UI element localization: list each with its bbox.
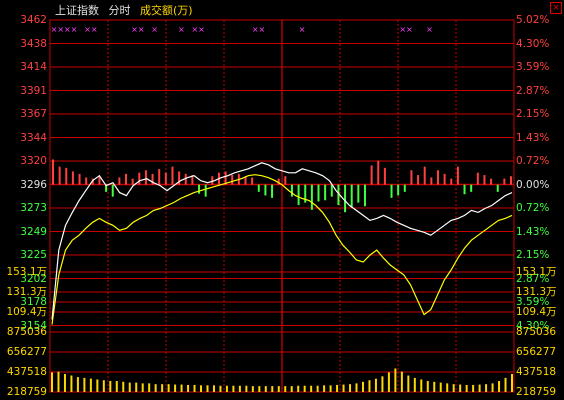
volume-axis-label: 218759 [6, 386, 47, 398]
volume-axis-label: 437518 [6, 366, 47, 378]
percent-axis-label: 5.02% [516, 14, 550, 26]
price-axis-label: 3320 [20, 155, 47, 167]
price-axis-label: 3414 [20, 61, 47, 73]
percent-axis-label: 2.87% [516, 84, 550, 97]
event-marker: × [252, 25, 259, 34]
event-marker: × [131, 25, 138, 34]
event-marker: × [64, 25, 71, 34]
price-axis-label: 3273 [20, 202, 47, 214]
event-marker: × [178, 25, 185, 34]
event-marker: × [151, 25, 158, 34]
percent-axis-label: 0.72% [516, 202, 550, 214]
percent-axis-label: 0.72% [516, 155, 550, 167]
intraday-chart[interactable]: × × × × × × × × × × × × × × × × × × [0, 0, 564, 400]
event-marker: × [91, 25, 98, 34]
event-marker: × [57, 25, 64, 34]
percent-axis-label: 1.43% [516, 131, 550, 144]
price-axis-label: 3344 [20, 131, 47, 144]
volume-axis-label: 875036 [516, 326, 557, 338]
event-marker: × [299, 25, 306, 34]
event-marker: × [426, 25, 433, 34]
price-axis-label: 3438 [20, 37, 47, 50]
volume-axis-label: 875036 [6, 326, 47, 338]
price-axis-label: 3367 [20, 108, 47, 120]
event-marker: × [198, 25, 205, 34]
percent-axis-label: 4.30% [516, 37, 550, 50]
event-marker: × [84, 25, 91, 34]
event-marker: × [406, 25, 413, 34]
event-marker: × [399, 25, 406, 34]
event-marker: × [191, 25, 198, 34]
percent-axis-label: 1.43% [516, 225, 550, 238]
volume-axis-label: 109.4万 [6, 306, 47, 318]
volume-axis-label: 131.3万 [6, 286, 47, 298]
price-axis-label: 3225 [20, 249, 47, 261]
price-axis-label: 3462 [20, 14, 47, 26]
volume-axis-label: 131.3万 [516, 286, 557, 298]
price-axis-label: 3391 [20, 84, 47, 97]
volume-axis-label: 437518 [516, 366, 557, 378]
event-marker: × [51, 25, 58, 34]
volume-axis-label: 109.4万 [516, 306, 557, 318]
percent-axis-label: 0.00% [516, 178, 550, 191]
event-marker: × [259, 25, 266, 34]
volume-axis-label: 656277 [6, 346, 47, 358]
price-axis-label: 3249 [20, 225, 47, 238]
percent-axis-label: 2.15% [516, 108, 550, 120]
volume-axis-label: 218759 [516, 386, 557, 398]
volume-axis-label: 153.1万 [6, 266, 47, 278]
price-axis-label: 3296 [20, 178, 47, 191]
percent-axis-label: 3.59% [516, 61, 550, 73]
volume-axis-label: 153.1万 [516, 266, 557, 278]
volume-axis-label: 656277 [516, 346, 557, 358]
event-marker: × [71, 25, 78, 34]
percent-axis-label: 2.15% [516, 249, 550, 261]
event-marker: × [138, 25, 145, 34]
